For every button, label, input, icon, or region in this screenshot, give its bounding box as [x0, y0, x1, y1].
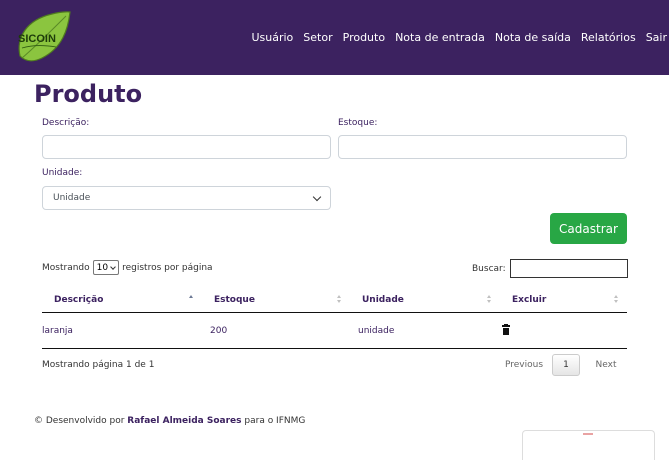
table-header: Descrição Estoque Unidade Excluir	[42, 287, 627, 313]
col-header-excluir[interactable]: Excluir	[500, 287, 627, 312]
page-length-value: 10	[96, 262, 109, 273]
footer-prefix: © Desenvolvido por	[34, 416, 125, 426]
page-length-select[interactable]: 10	[92, 260, 120, 275]
col-header-excluir-label: Excluir	[512, 294, 547, 305]
sort-icon	[614, 295, 619, 304]
col-header-unidade[interactable]: Unidade	[350, 287, 500, 312]
page-title: Produto	[34, 80, 143, 108]
cell-descricao: laranja	[42, 325, 73, 336]
nav-relatorios[interactable]: Relatórios	[581, 31, 636, 44]
sort-icon	[337, 295, 342, 304]
search-input[interactable]	[509, 259, 628, 278]
sort-asc-icon	[189, 295, 194, 304]
chevron-down-icon	[312, 192, 322, 201]
col-header-estoque[interactable]: Estoque	[202, 287, 350, 312]
nav-produto[interactable]: Produto	[343, 31, 385, 44]
trash-icon[interactable]	[502, 323, 510, 335]
estoque-input[interactable]	[338, 135, 627, 159]
unidade-select[interactable]: Unidade	[42, 186, 331, 210]
col-header-descricao[interactable]: Descrição	[42, 287, 202, 312]
length-prefix: Mostrando	[42, 262, 90, 273]
page-1-button[interactable]: 1	[552, 354, 580, 376]
table-search: Buscar:	[472, 259, 628, 278]
cell-estoque: 200	[210, 325, 228, 336]
pagination: Previous 1 Next	[500, 354, 628, 376]
navbar: SICOIN Usuário Setor Produto Nota de ent…	[0, 0, 669, 75]
table-info: Mostrando página 1 de 1	[42, 360, 155, 370]
sort-icon	[487, 295, 492, 304]
previous-button[interactable]: Previous	[500, 360, 548, 370]
descricao-label: Descrição:	[42, 118, 90, 128]
descricao-input[interactable]	[42, 135, 331, 159]
nav-usuario[interactable]: Usuário	[251, 31, 293, 44]
next-button[interactable]: Next	[584, 360, 628, 370]
nav-nota-entrada[interactable]: Nota de entrada	[395, 31, 485, 44]
footer-suffix: para o IFNMG	[244, 416, 306, 426]
main-nav: Usuário Setor Produto Nota de entrada No…	[241, 31, 667, 44]
nav-sair[interactable]: Sair	[646, 31, 667, 44]
cell-unidade: unidade	[358, 325, 395, 336]
col-header-descricao-label: Descrição	[54, 294, 104, 305]
cadastrar-button[interactable]: Cadastrar	[550, 213, 627, 244]
col-header-unidade-label: Unidade	[362, 294, 404, 305]
footer-author: Rafael Almeida Soares	[127, 416, 242, 426]
cell-excluir	[500, 323, 627, 338]
unidade-select-value: Unidade	[53, 193, 91, 203]
produtos-table: Descrição Estoque Unidade Excluir laranj…	[42, 287, 627, 349]
chevron-down-icon	[110, 263, 116, 270]
col-header-estoque-label: Estoque	[214, 294, 255, 305]
table-length-control: Mostrando 10 registros por página	[42, 260, 213, 275]
nav-nota-saida[interactable]: Nota de saída	[495, 31, 571, 44]
search-label: Buscar:	[472, 263, 506, 274]
unidade-label: Unidade:	[42, 168, 83, 178]
footer: © Desenvolvido por Rafael Almeida Soares…	[34, 416, 305, 426]
nav-setor[interactable]: Setor	[303, 31, 332, 44]
estoque-label: Estoque:	[338, 118, 378, 128]
partial-panel	[522, 430, 655, 460]
logo-text: SICOIN	[18, 33, 56, 45]
table-row: laranja 200 unidade	[42, 313, 627, 349]
length-suffix: registros por página	[122, 262, 213, 273]
sicoin-logo[interactable]: SICOIN	[12, 8, 74, 70]
